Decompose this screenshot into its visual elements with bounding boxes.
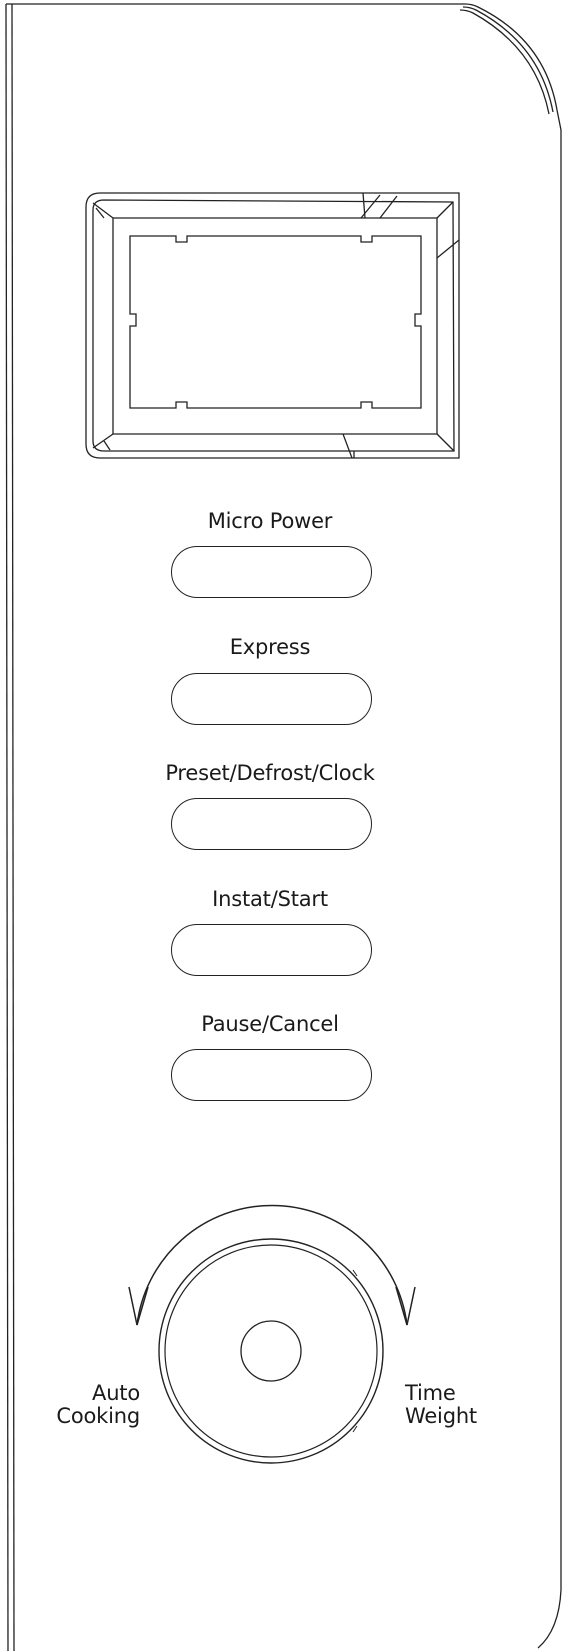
express-label: Express xyxy=(229,635,311,659)
preset-defrost-clock-button[interactable] xyxy=(171,798,372,850)
control-panel: Micro Power Express Preset/Defrost/Clock… xyxy=(0,0,563,1651)
dial-center-button[interactable] xyxy=(241,1321,301,1381)
instat-start-button[interactable] xyxy=(171,924,372,976)
pause-cancel-button[interactable] xyxy=(171,1049,372,1101)
preset-defrost-clock-label: Preset/Defrost/Clock xyxy=(165,761,375,785)
micro-power-label: Micro Power xyxy=(207,509,333,533)
lcd-window xyxy=(129,235,422,409)
express-button[interactable] xyxy=(171,673,372,725)
dial-right-label-line2: Weight xyxy=(405,1404,477,1428)
pause-cancel-label: Pause/Cancel xyxy=(201,1012,339,1036)
dial-right-label-line1: Time xyxy=(405,1381,456,1405)
micro-power-button[interactable] xyxy=(171,546,372,598)
instat-start-label: Instat/Start xyxy=(212,887,328,911)
dial-left-label-line1: Auto xyxy=(92,1381,140,1405)
dial-left-label-line2: Cooking xyxy=(56,1404,140,1428)
display-bezel xyxy=(85,192,460,459)
